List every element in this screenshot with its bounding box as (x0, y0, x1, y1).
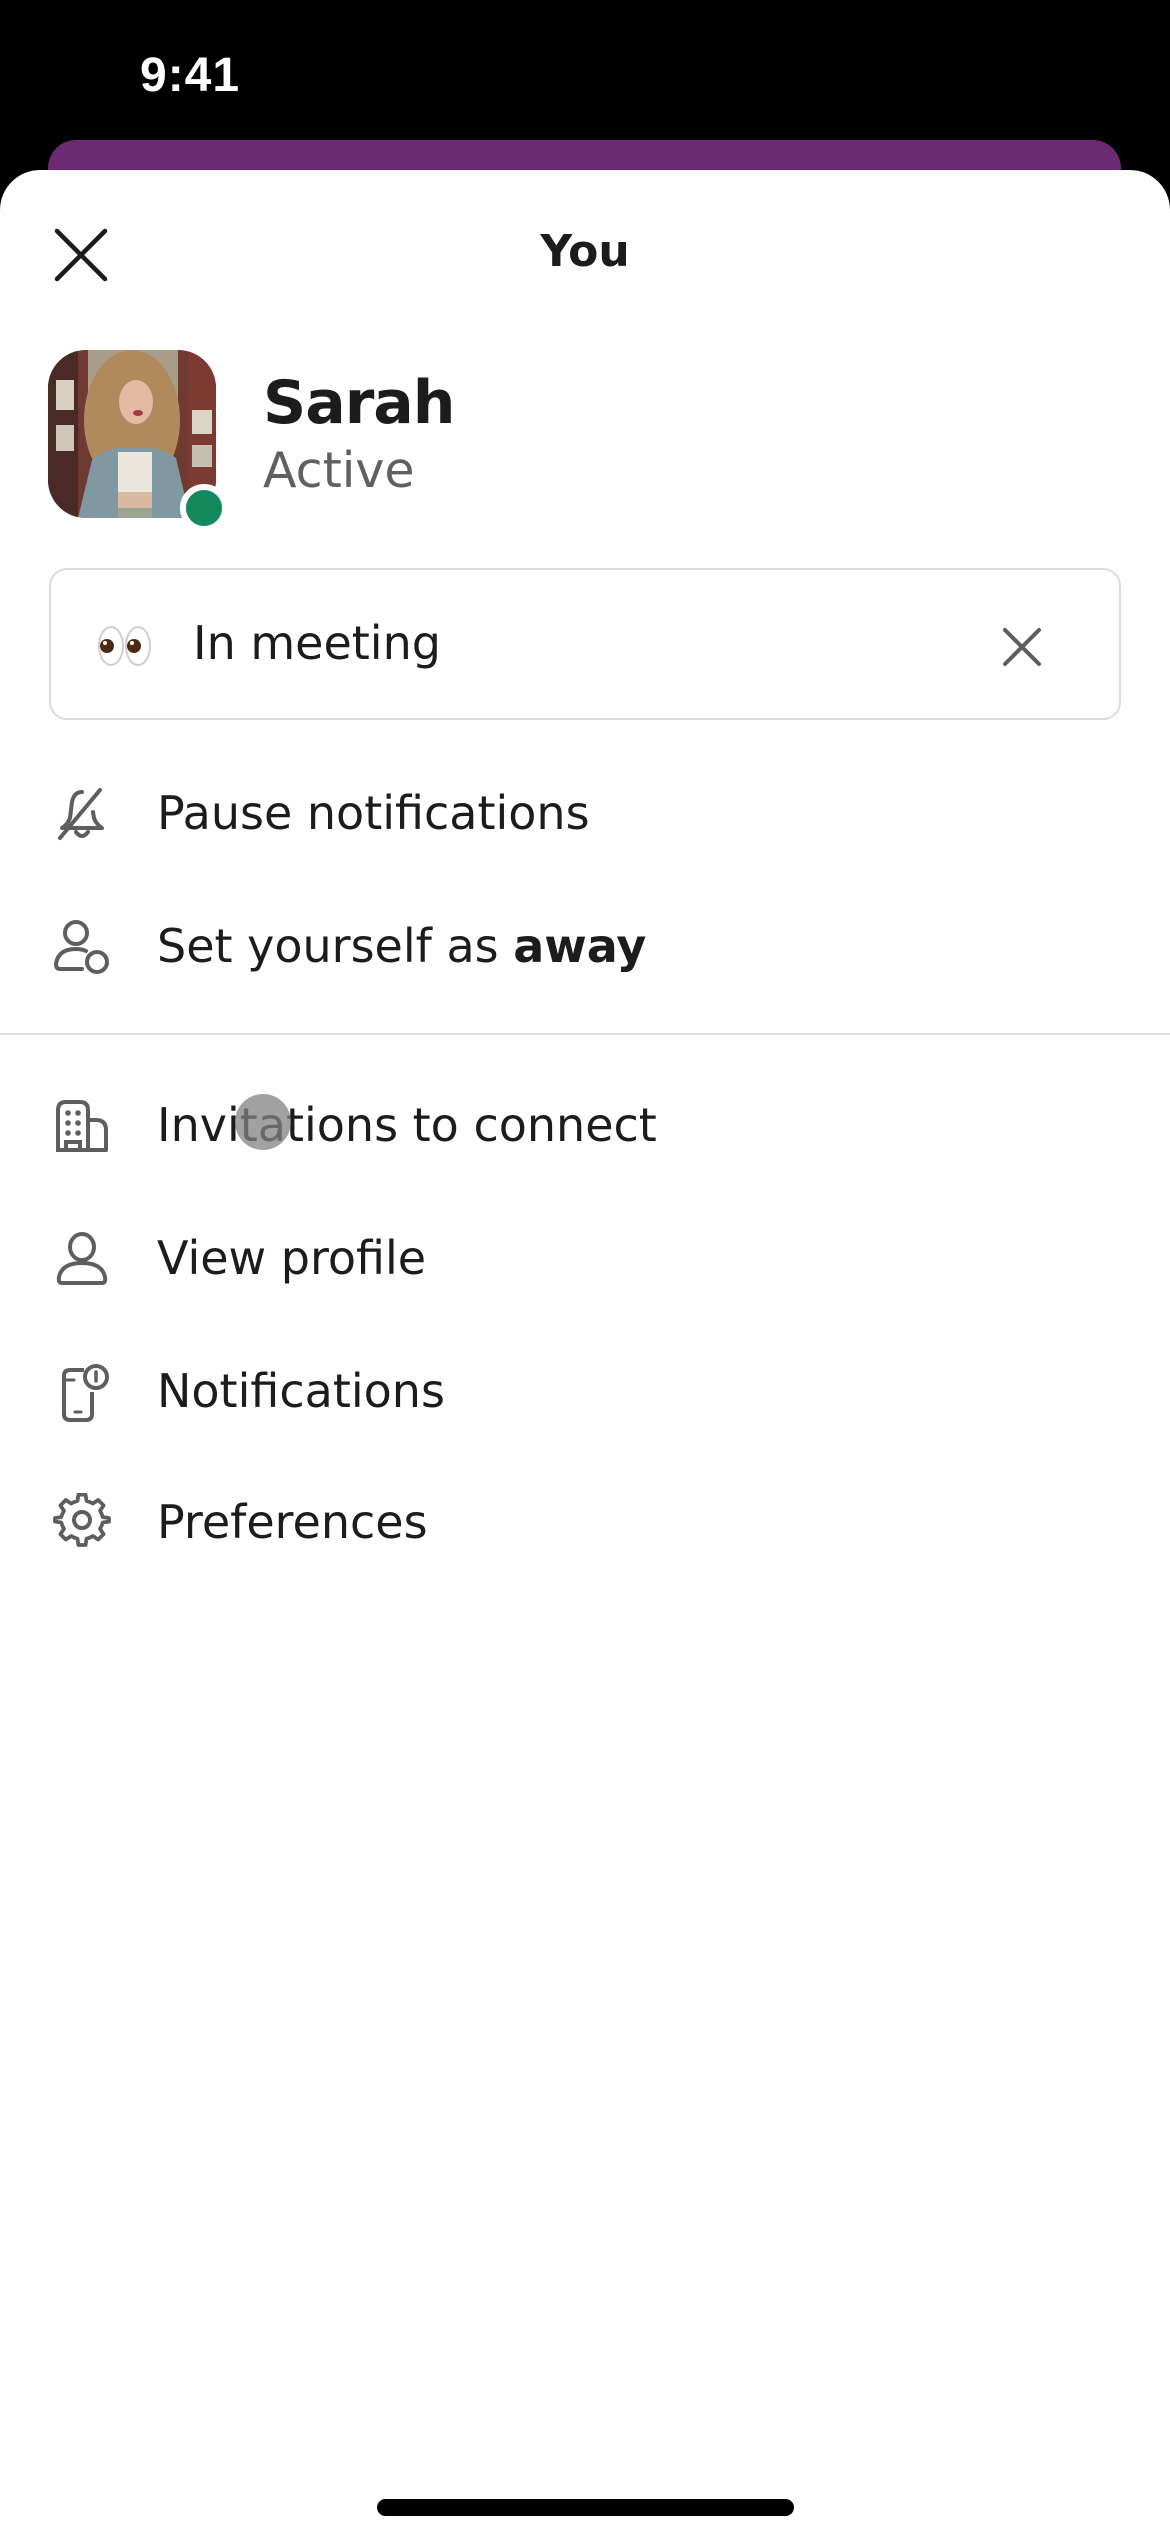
menu-item-invitations-to-connect[interactable]: Invitations to connect (0, 1064, 1170, 1184)
presence-active-dot (180, 484, 228, 532)
menu-item-label: Set yourself as away (157, 919, 646, 973)
home-indicator[interactable] (377, 2499, 794, 2516)
building-icon (56, 1100, 108, 1152)
menu-item-pause-notifications[interactable]: Pause notifications (0, 752, 1170, 872)
person-away-icon (53, 920, 109, 974)
menu-item-label: View profile (157, 1231, 427, 1285)
phone-notification-icon (62, 1364, 109, 1422)
menu-item-label: Invitations to connect (157, 1098, 657, 1152)
status-time: 9:41 (140, 49, 241, 102)
menu-item-preferences[interactable]: Preferences (0, 1461, 1170, 1581)
gear-icon (53, 1493, 111, 1547)
label-bold: away (513, 919, 647, 973)
menu-item-label: Pause notifications (157, 786, 590, 840)
custom-status-field[interactable]: In meeting (49, 568, 1121, 720)
clear-status-button[interactable] (997, 622, 1047, 672)
menu-item-notifications[interactable]: Notifications (0, 1330, 1170, 1450)
label-prefix: Set yourself as (157, 919, 514, 973)
person-icon (56, 1232, 108, 1285)
status-bar: 9:41 (0, 0, 1170, 140)
menu-item-set-away[interactable]: Set yourself as away (0, 885, 1170, 1005)
menu-item-label: Notifications (157, 1364, 445, 1418)
bell-off-icon (58, 788, 104, 840)
menu-item-label: Preferences (157, 1495, 428, 1549)
menu-item-view-profile[interactable]: View profile (0, 1197, 1170, 1317)
user-name: Sarah (263, 368, 455, 438)
presence-status: Active (263, 442, 415, 499)
close-icon (1003, 628, 1041, 666)
eyes-emoji-icon (98, 626, 151, 666)
menu-divider (0, 1033, 1170, 1035)
custom-status-text: In meeting (193, 616, 441, 670)
sheet-title: You (540, 226, 630, 277)
